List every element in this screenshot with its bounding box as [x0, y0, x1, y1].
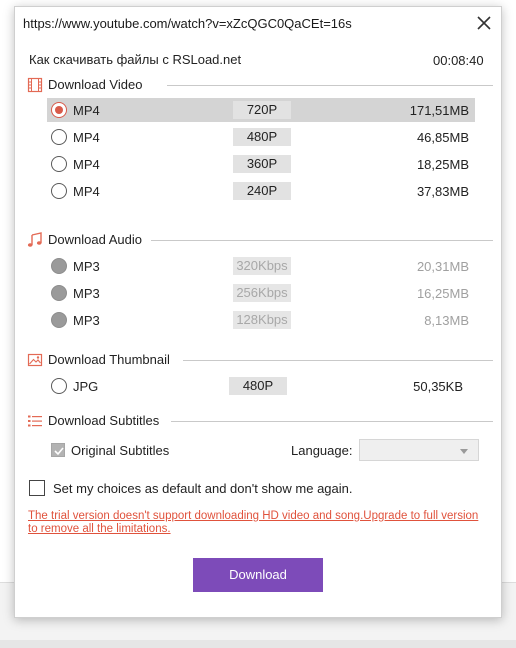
section-divider	[171, 421, 493, 422]
format-label: JPG	[73, 379, 99, 394]
close-icon	[477, 16, 491, 30]
chevron-down-icon	[460, 449, 468, 454]
language-label: Language:	[291, 443, 353, 458]
download-dialog: https://www.youtube.com/watch?v=xZcQGC0Q…	[14, 6, 502, 618]
subtitles-row: Original Subtitles Language:	[47, 439, 487, 463]
audio-option-radio	[51, 285, 67, 301]
video-option-row[interactable]: MP4 360P 18,25MB	[47, 152, 475, 176]
audio-option-row: MP3 128Kbps 8,13MB	[47, 308, 475, 332]
close-button[interactable]	[473, 12, 495, 34]
background-strip	[0, 640, 516, 648]
section-label: Download Thumbnail	[48, 352, 170, 367]
image-icon	[27, 353, 43, 367]
format-label: MP3	[73, 259, 100, 274]
audio-option-radio	[51, 258, 67, 274]
section-label: Download Subtitles	[48, 413, 160, 428]
default-choice-row[interactable]: Set my choices as default and don't show…	[29, 479, 469, 497]
quality-badge: 720P	[233, 101, 291, 119]
thumbnail-option-row[interactable]: JPG 480P 50,35KB	[47, 374, 475, 398]
film-icon	[27, 77, 43, 93]
section-divider	[183, 360, 493, 361]
video-option-row[interactable]: MP4 480P 46,85MB	[47, 125, 475, 149]
section-download-subtitles: Download Subtitles	[27, 413, 493, 429]
music-note-icon	[27, 232, 42, 247]
quality-badge: 360P	[233, 155, 291, 173]
video-option-radio[interactable]	[51, 183, 67, 199]
file-size: 18,25MB	[416, 157, 469, 172]
video-title: Как скачивать файлы с RSLoad.net	[29, 52, 242, 67]
section-divider	[167, 85, 493, 86]
audio-option-radio	[51, 312, 67, 328]
format-label: MP4	[73, 103, 100, 118]
quality-badge: 320Kbps	[233, 257, 291, 275]
list-icon	[28, 415, 42, 427]
audio-option-row: MP3 320Kbps 20,31MB	[47, 254, 475, 278]
file-size: 20,31MB	[416, 259, 469, 274]
audio-option-row: MP3 256Kbps 16,25MB	[47, 281, 475, 305]
section-label: Download Video	[48, 77, 143, 92]
video-option-radio[interactable]	[51, 156, 67, 172]
file-size: 46,85MB	[416, 130, 469, 145]
video-duration: 00:08:40	[433, 53, 484, 68]
default-choice-label[interactable]: Set my choices as default and don't show…	[53, 481, 353, 496]
quality-badge: 480P	[233, 128, 291, 146]
file-size: 171,51MB	[409, 103, 469, 118]
video-url: https://www.youtube.com/watch?v=xZcQGC0Q…	[23, 16, 352, 31]
trial-upgrade-link[interactable]: The trial version doesn't support downlo…	[28, 510, 484, 536]
format-label: MP4	[73, 130, 100, 145]
video-option-row[interactable]: MP4 240P 37,83MB	[47, 179, 475, 203]
section-download-audio: Download Audio	[27, 232, 493, 248]
quality-badge: 256Kbps	[233, 284, 291, 302]
section-divider	[151, 240, 493, 241]
video-option-radio[interactable]	[51, 129, 67, 145]
original-subtitles-checkbox	[51, 443, 65, 457]
default-choice-checkbox[interactable]	[29, 480, 45, 496]
file-size: 8,13MB	[424, 313, 469, 328]
checkmark-icon	[54, 447, 64, 456]
section-download-thumbnail: Download Thumbnail	[27, 352, 493, 368]
quality-badge: 480P	[229, 377, 287, 395]
thumbnail-option-radio[interactable]	[51, 378, 67, 394]
file-size: 37,83MB	[416, 184, 469, 199]
video-option-row[interactable]: MP4 720P 171,51MB	[47, 98, 475, 122]
video-option-radio[interactable]	[51, 102, 67, 118]
format-label: MP4	[73, 184, 100, 199]
quality-badge: 128Kbps	[233, 311, 291, 329]
original-subtitles-label: Original Subtitles	[71, 443, 170, 458]
quality-badge: 240P	[233, 182, 291, 200]
format-label: MP3	[73, 313, 100, 328]
file-size: 50,35KB	[413, 379, 463, 394]
file-size: 16,25MB	[416, 286, 469, 301]
section-download-video: Download Video	[27, 77, 493, 93]
format-label: MP3	[73, 286, 100, 301]
section-label: Download Audio	[48, 232, 142, 247]
language-select	[359, 439, 479, 461]
download-button[interactable]: Download	[193, 558, 323, 592]
dialog-titlebar: https://www.youtube.com/watch?v=xZcQGC0Q…	[15, 7, 501, 39]
format-label: MP4	[73, 157, 100, 172]
